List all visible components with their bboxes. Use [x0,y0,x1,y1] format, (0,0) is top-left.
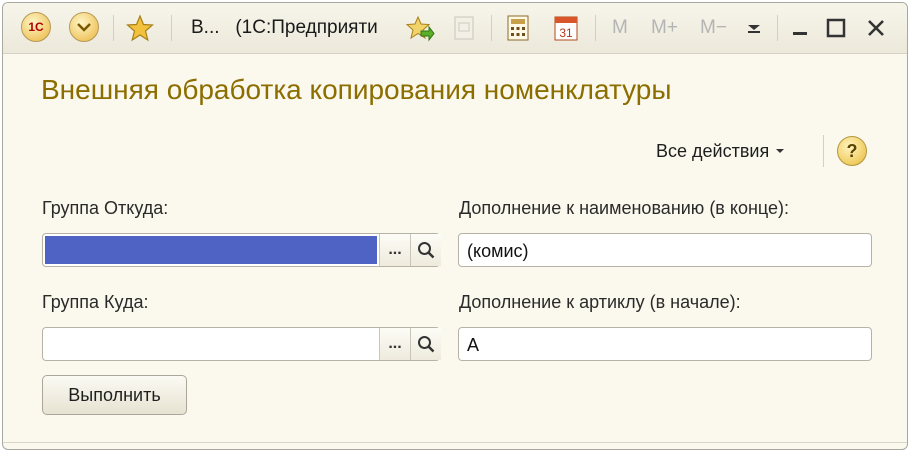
maximize-button[interactable] [821,13,851,43]
all-actions-label: Все действия [656,141,770,161]
form-heading: Внешняя обработка копирования номенклату… [41,74,672,105]
group-from-search-button[interactable] [410,234,441,266]
group-to-label: Группа Куда: [42,292,149,312]
window-menu-button[interactable] [739,13,769,43]
calendar-button[interactable]: 31 [549,12,583,44]
app-window: 1С В... (1С:Предприяти 31 M M+ M− Внешня… [2,2,908,450]
article-prefix-field[interactable]: А [458,327,872,361]
close-icon [868,20,884,36]
minimize-icon [793,32,807,35]
all-actions-menu[interactable]: Все действия [656,139,785,163]
calendar-icon: 31 [554,16,578,41]
group-from-label: Группа Откуда: [42,198,169,218]
name-suffix-label: Дополнение к наименованию (в конце): [459,198,790,218]
window-title-short: В... [191,17,220,38]
dropdown-menu-button[interactable] [69,12,99,42]
search-icon [418,242,435,259]
calendar-day: 31 [559,26,573,40]
close-button[interactable] [861,13,891,43]
chevron-down-icon [77,23,91,32]
favorites-button[interactable] [123,12,157,44]
calculator-button[interactable] [501,12,535,44]
document-icon [454,16,474,40]
caret-down-icon [748,25,760,33]
group-to-input[interactable] [45,330,377,358]
minimize-button[interactable] [785,13,815,43]
group-to-field[interactable]: ... [42,327,441,361]
article-prefix-input[interactable]: А [467,334,479,356]
star-arrow-icon [405,15,435,42]
search-icon [418,336,435,353]
memory-button-m-minus[interactable]: M− [700,17,727,39]
caret-down-icon [776,149,785,153]
star-icon [126,14,154,42]
group-from-select-button[interactable]: ... [379,234,410,266]
main-menu-button[interactable]: 1С [21,12,51,42]
window-title: В... (1С:Предприяти [191,17,401,39]
add-to-favorites-button[interactable] [403,12,437,44]
group-from-field[interactable]: ... [42,233,441,267]
name-suffix-field[interactable]: (комис) [458,233,872,267]
execute-button[interactable]: Выполнить [42,375,187,415]
print-button[interactable] [447,12,481,44]
toolbar-divider [823,135,824,167]
memory-button-m[interactable]: M [612,17,628,39]
name-suffix-input[interactable]: (комис) [467,240,529,262]
title-bar: 1С В... (1С:Предприяти 31 M M+ M− [3,3,907,54]
window-bottom-border [3,442,907,443]
memory-button-m-plus[interactable]: M+ [651,17,678,39]
article-prefix-label: Дополнение к артиклу (в начале): [459,292,741,312]
maximize-icon [826,18,846,38]
1c-logo-icon: 1С [28,20,44,34]
group-to-select-button[interactable]: ... [379,328,410,360]
calculator-icon [507,15,529,41]
help-button[interactable]: ? [837,136,867,166]
window-title-app: (1С:Предприяти [235,17,378,38]
group-to-search-button[interactable] [410,328,441,360]
help-icon: ? [846,140,858,161]
group-from-input[interactable] [45,236,377,264]
